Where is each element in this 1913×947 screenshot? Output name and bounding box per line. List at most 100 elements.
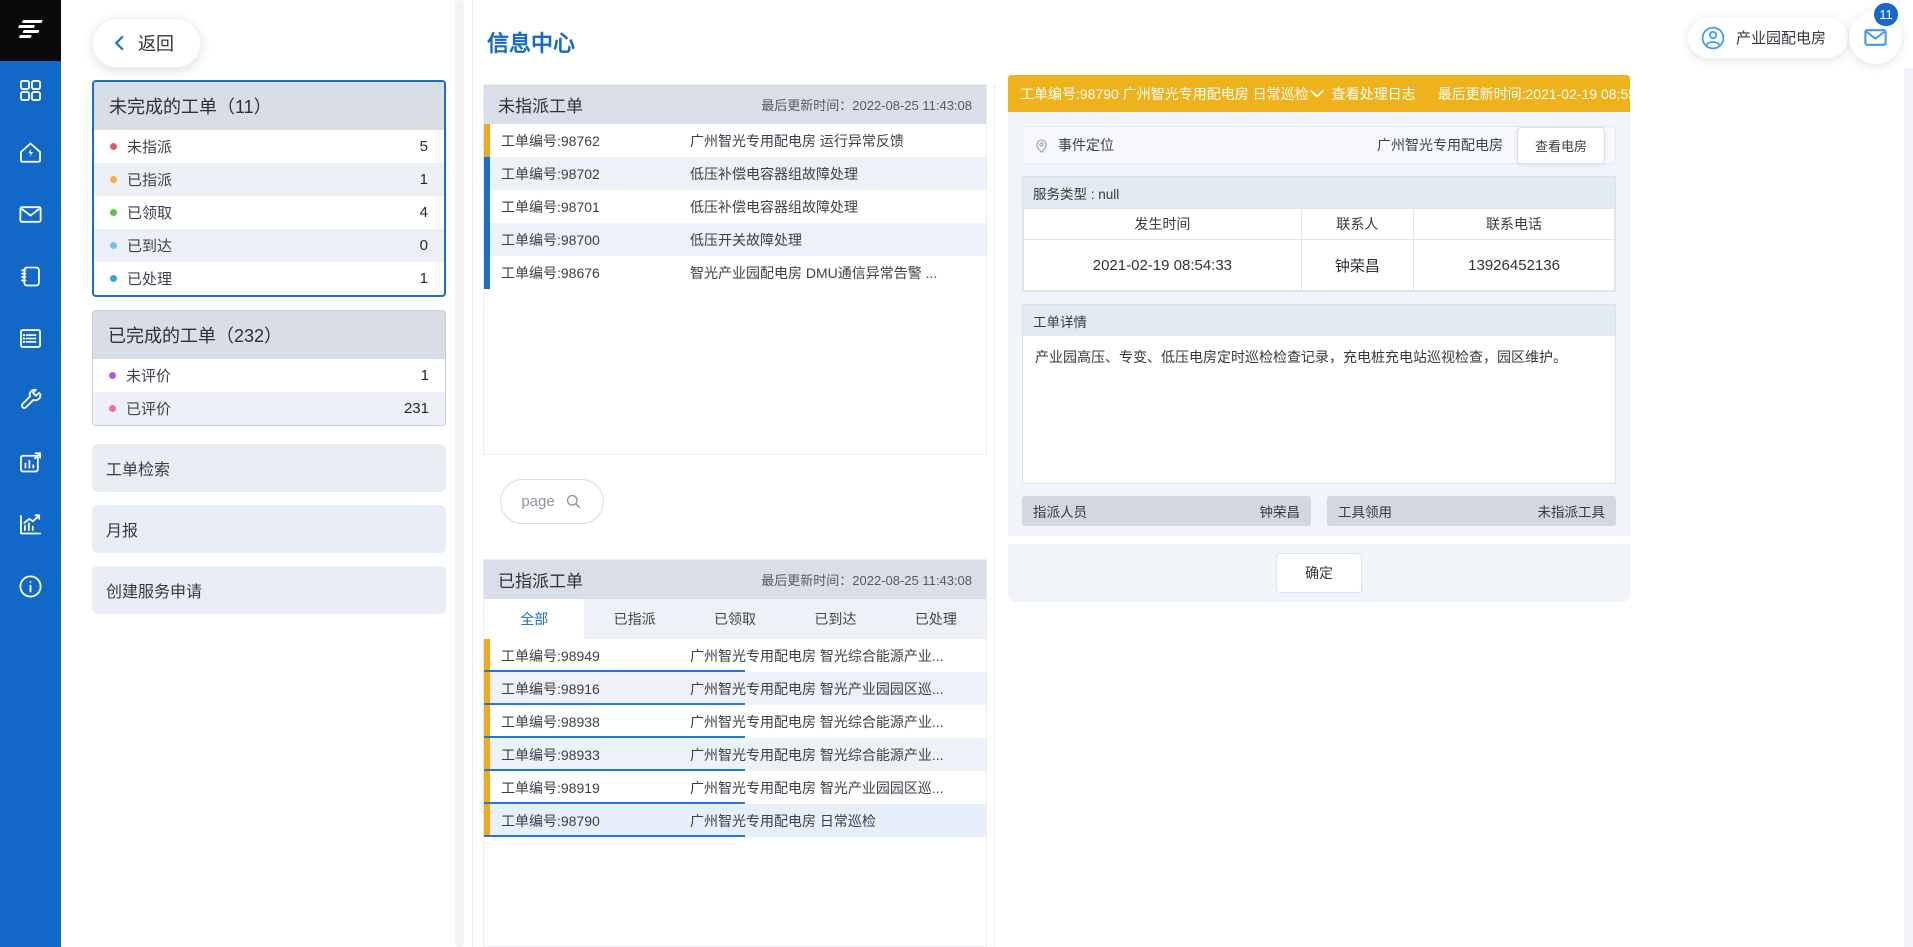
order-details-text: 产业园高压、专变、低压电房定时巡检检查记录，充电桩充电站巡视检查，园区维护。 [1023, 336, 1615, 483]
unfinished-orders-title: 未完成的工单（11） [94, 82, 444, 130]
confirm-button[interactable]: 确定 [1276, 553, 1362, 593]
order-row[interactable]: 工单编号:98700 低压开关故障处理 [484, 223, 986, 256]
order-id: 工单编号:98700 [490, 230, 690, 250]
view-room-button[interactable]: 查看电房 [1517, 127, 1605, 164]
mail-icon[interactable] [16, 199, 46, 229]
apps-icon[interactable] [16, 75, 46, 105]
link-label: 工单检索 [106, 456, 170, 480]
order-id: 工单编号:98938 [490, 712, 690, 732]
order-row[interactable]: 工单编号:98762 广州智光专用配电房 运行异常反馈 [484, 124, 986, 157]
sidebar-item-order-search[interactable]: 工单检索 [92, 444, 446, 492]
stat-row-claimed[interactable]: 已领取 4 [94, 196, 444, 229]
sidebar-item-create-service-request[interactable]: 创建服务申请 [92, 566, 446, 614]
stat-count: 1 [420, 270, 428, 287]
page-search-label: page [521, 493, 554, 510]
order-desc: 智光产业园配电房 DMU通信异常告警 ... [690, 263, 986, 283]
finished-orders-card: 已完成的工单（232） 未评价 1 已评价 231 [92, 310, 446, 426]
status-dot [110, 143, 117, 150]
stat-label: 未评价 [126, 365, 171, 386]
report-chart-icon[interactable] [16, 447, 46, 477]
panel-title: 未指派工单 [498, 92, 583, 117]
tools-icon[interactable] [16, 385, 46, 415]
order-desc: 广州智光专用配电房 智光综合能源产业... [690, 745, 986, 765]
stat-label: 未指派 [127, 136, 172, 157]
stat-row-unrated[interactable]: 未评价 1 [93, 359, 445, 392]
tab-processed[interactable]: 已处理 [886, 599, 986, 639]
col-header-phone: 联系电话 [1414, 209, 1615, 240]
cell-occur-time: 2021-02-19 08:54:33 [1024, 240, 1302, 291]
order-id: 工单编号:98919 [490, 778, 690, 798]
page-title: 信息中心 [487, 26, 575, 58]
view-log-link[interactable]: 查看处理日志 [1309, 84, 1416, 104]
stat-row-assigned[interactable]: 已指派 1 [94, 163, 444, 196]
user-account-button[interactable]: 产业园配电房 [1688, 17, 1848, 58]
sidebar-item-monthly-report[interactable]: 月报 [92, 505, 446, 553]
stat-count: 1 [420, 171, 428, 188]
order-id: 工单编号:98762 [490, 131, 690, 151]
tab-claimed[interactable]: 已领取 [685, 599, 785, 639]
order-row[interactable]: 工单编号:98938 广州智光专用配电房 智光综合能源产业... [484, 705, 986, 738]
status-dot [110, 176, 117, 183]
order-id: 工单编号:98790 [490, 811, 690, 831]
tab-all[interactable]: 全部 [484, 599, 584, 639]
order-id: 工单编号:98702 [490, 164, 690, 184]
order-row[interactable]: 工单编号:98676 智光产业园配电房 DMU通信异常告警 ... [484, 256, 986, 289]
stat-label: 已指派 [127, 169, 172, 190]
stat-label: 已领取 [127, 202, 172, 223]
assignee-value: 钟荣昌 [1260, 501, 1301, 521]
page-scrollbar[interactable] [1904, 68, 1913, 947]
order-row[interactable]: 工单编号:98701 低压补偿电容器组故障处理 [484, 190, 986, 223]
tab-assigned[interactable]: 已指派 [584, 599, 684, 639]
assigned-orders-panel: 已指派工单 最后更新时间：2022-08-25 11:43:08 全部 已指派 … [483, 559, 987, 947]
work-order-sidebar: 返回 未完成的工单（11） 未指派 5 已指派 1 已领取 4 已到达 0 已处… [61, 0, 473, 947]
order-id: 工单编号:98949 [490, 646, 690, 666]
notebook-icon[interactable] [16, 261, 46, 291]
order-detail-header: 工单编号:98790 广州智光专用配电房 日常巡检 查看处理日志 最后更新时间:… [1008, 75, 1630, 112]
user-icon [1700, 25, 1726, 51]
order-row[interactable]: 工单编号:98702 低压补偿电容器组故障处理 [484, 157, 986, 190]
order-details-label: 工单详情 [1023, 305, 1615, 336]
stat-row-arrived[interactable]: 已到达 0 [94, 229, 444, 262]
order-desc: 广州智光专用配电房 运行异常反馈 [690, 131, 986, 151]
contact-table: 发生时间 联系人 联系电话 2021-02-19 08:54:33 钟荣昌 13… [1023, 208, 1615, 291]
back-label: 返回 [138, 30, 174, 56]
detail-footer: 确定 [1008, 536, 1630, 602]
stat-row-processed[interactable]: 已处理 1 [94, 262, 444, 295]
stat-count: 231 [404, 400, 429, 417]
col-header-contact: 联系人 [1301, 209, 1413, 240]
sidebar-rail [0, 0, 61, 947]
statistics-icon[interactable] [16, 509, 46, 539]
tools-box: 工具领用 未指派工具 [1327, 496, 1616, 526]
tab-arrived[interactable]: 已到达 [785, 599, 885, 639]
order-detail-card: 工单编号:98790 广州智光专用配电房 日常巡检 查看处理日志 最后更新时间:… [1008, 75, 1630, 602]
order-row[interactable]: 工单编号:98933 广州智光专用配电房 智光综合能源产业... [484, 738, 986, 771]
work-list-icon[interactable] [16, 323, 46, 353]
info-icon[interactable] [16, 571, 46, 601]
order-row[interactable]: 工单编号:98949 广州智光专用配电房 智光综合能源产业... [484, 639, 986, 672]
order-id: 工单编号:98933 [490, 745, 690, 765]
chevron-down-icon [1309, 88, 1325, 100]
tools-value: 未指派工具 [1538, 501, 1606, 521]
table-row: 2021-02-19 08:54:33 钟荣昌 13926452136 [1024, 240, 1615, 291]
detail-title: 工单编号:98790 广州智光专用配电房 日常巡检 [1020, 84, 1309, 104]
stat-label: 已处理 [127, 268, 172, 289]
link-label: 月报 [106, 517, 138, 541]
stat-row-unassigned[interactable]: 未指派 5 [94, 130, 444, 163]
order-desc: 广州智光专用配电房 智光综合能源产业... [690, 712, 986, 732]
order-row[interactable]: 工单编号:98916 广州智光专用配电房 智光产业园园区巡... [484, 672, 986, 705]
page-search[interactable]: page [500, 479, 604, 524]
col-header-time: 发生时间 [1024, 209, 1302, 240]
order-row[interactable]: 工单编号:98919 广州智光专用配电房 智光产业园园区巡... [484, 771, 986, 804]
status-dot [110, 275, 117, 282]
column-divider [994, 84, 995, 947]
order-row-selected[interactable]: 工单编号:98790 广州智光专用配电房 日常巡检 [484, 804, 986, 837]
stat-label: 已评价 [126, 398, 171, 419]
service-info-block: 服务类型 : null 发生时间 联系人 联系电话 2021-02-19 08:… [1022, 176, 1616, 292]
left-panel-scrollbar[interactable] [455, 0, 464, 947]
order-desc: 低压开关故障处理 [690, 230, 986, 250]
event-location-value: 广州智光专用配电房 [1377, 135, 1503, 155]
home-energy-icon[interactable] [16, 137, 46, 167]
stat-row-rated[interactable]: 已评价 231 [93, 392, 445, 425]
back-button[interactable]: 返回 [92, 18, 201, 68]
order-desc: 广州智光专用配电房 智光综合能源产业... [690, 646, 986, 666]
